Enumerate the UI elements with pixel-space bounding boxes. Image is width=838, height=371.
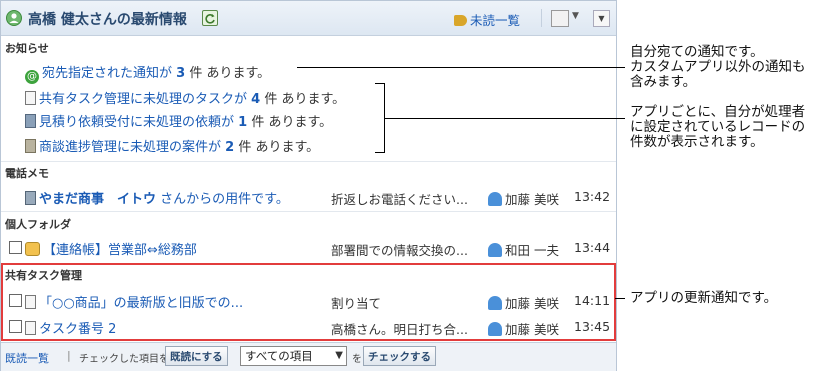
case-icon — [25, 139, 36, 153]
callout-line-text: に設定されているレコードの — [630, 119, 806, 135]
particle-label: を — [352, 354, 362, 365]
notice-link[interactable]: 宛先指定された通知が — [42, 66, 172, 81]
shared-task-title[interactable]: タスク番号 2 — [39, 322, 116, 337]
notice-suffix: 件 あります。 — [238, 140, 320, 155]
refresh-icon[interactable] — [202, 10, 218, 26]
header-divider — [541, 9, 542, 27]
item-scope-select[interactable]: すべての項目 ▼ — [240, 346, 347, 366]
shared-task-row[interactable]: 「○○商品」の最新版と旧版での... — [25, 292, 243, 311]
read-list-link[interactable]: 既読一覧 — [5, 350, 49, 366]
row-checkbox[interactable] — [9, 241, 22, 254]
phone-memo-row[interactable]: やまだ商事 イトウ さんからの用件です。 — [25, 188, 289, 207]
sender: 加藤 美咲 — [488, 293, 559, 312]
sender-name: 加藤 美咲 — [505, 322, 559, 337]
callout-line — [297, 67, 625, 68]
person-icon — [488, 243, 502, 257]
notice-suffix: 件 あります。 — [251, 115, 333, 130]
phone-memo-preview: 折返しお電話ください... — [331, 192, 468, 207]
person-icon — [488, 192, 502, 206]
panel-footer: 既読一覧 | チェックした項目を 既読にする すべての項目 ▼ を チェックする — [1, 342, 616, 371]
notice-row[interactable]: 見積り依頼受付に未処理の依頼が 1 件 あります。 — [25, 111, 332, 130]
shared-task-row[interactable]: タスク番号 2 — [25, 318, 116, 337]
task-icon — [25, 91, 36, 105]
sender-name: 加藤 美咲 — [505, 296, 559, 311]
phone-memo-caller[interactable]: やまだ商事 イトウ — [39, 192, 156, 207]
unread-list-label: 未読一覧 — [470, 13, 521, 28]
tag-icon — [454, 15, 467, 26]
footer-separator: | — [67, 349, 71, 362]
row-checkbox[interactable] — [9, 320, 22, 333]
notice-suffix: 件 あります。 — [189, 66, 271, 81]
view-selector-icon[interactable] — [551, 10, 569, 27]
sender-name: 和田 一夫 — [505, 243, 559, 258]
callout-line — [384, 118, 625, 119]
notice-suffix: 件 あります。 — [264, 92, 346, 107]
notice-row[interactable]: @ 宛先指定された通知が 3 件 あります。 — [25, 62, 270, 84]
callout-app-count: アプリごとに、自分が処理者 に設定されているレコードの 件数が表示されます。 — [630, 105, 805, 150]
section-shared-task: 共有タスク管理 — [5, 269, 82, 282]
section-personal-folder: 個人フォルダ — [5, 218, 71, 231]
callout-notification: 自分宛ての通知です。 カスタムアプリ以外の通知も 含みます。 — [630, 45, 806, 90]
callout-line-text: 件数が表示されます。 — [630, 134, 764, 150]
phone-memo-title[interactable]: さんからの用件です。 — [156, 192, 289, 207]
folder-item-preview: 部署間での情報交換の... — [331, 243, 468, 258]
notice-count: 3 — [176, 66, 186, 81]
callout-line-text: 含みます。 — [630, 74, 697, 90]
check-button[interactable]: チェックする — [363, 346, 436, 366]
callout-line-text: カスタムアプリ以外の通知も — [630, 59, 806, 75]
mark-read-button[interactable]: 既読にする — [165, 346, 228, 366]
notice-link[interactable]: 見積り依頼受付に未処理の依頼が — [39, 115, 234, 130]
notice-row[interactable]: 商談進捗管理に未処理の案件が 2 件 あります。 — [25, 136, 319, 155]
folder-row[interactable]: 【連絡帳】営業部⇔総務部 — [25, 239, 197, 258]
unread-list-link[interactable]: 未読一覧 — [454, 10, 520, 29]
section-phone-memo: 電話メモ — [5, 167, 49, 180]
at-icon: @ — [25, 70, 39, 84]
callout-line-text: アプリの更新通知です。 — [630, 290, 778, 306]
shared-task-title[interactable]: 「○○商品」の最新版と旧版での... — [39, 296, 243, 311]
task-icon — [25, 321, 36, 335]
chevron-down-icon: ▼ — [335, 350, 343, 361]
section-notice: お知らせ — [5, 42, 49, 55]
notice-row[interactable]: 共有タスク管理に未処理のタスクが 4 件 あります。 — [25, 88, 345, 107]
callout-app-update: アプリの更新通知です。 — [630, 291, 777, 306]
notice-link[interactable]: 商談進捗管理に未処理の案件が — [39, 140, 221, 155]
latest-info-panel: 高橋 健太さんの最新情報 未読一覧 ▼ ▼ お知らせ @ 宛先指定された通知が 3… — [0, 0, 617, 371]
page-title: 高橋 健太さんの最新情報 — [28, 12, 187, 28]
timestamp: 14:11 — [574, 293, 611, 308]
menu-button[interactable]: ▼ — [593, 10, 610, 27]
chevron-down-icon[interactable]: ▼ — [572, 11, 579, 21]
book-icon — [25, 114, 36, 128]
notice-link[interactable]: 共有タスク管理に未処理のタスクが — [39, 92, 247, 107]
notice-count: 4 — [251, 92, 261, 107]
task-icon — [25, 295, 36, 309]
sender-name: 加藤 美咲 — [505, 192, 559, 207]
callout-line-text: アプリごとに、自分が処理者 — [630, 104, 806, 120]
message-icon — [25, 242, 40, 256]
user-icon — [6, 10, 22, 26]
phone-memo-icon — [25, 191, 36, 205]
folder-item-title[interactable]: 【連絡帳】営業部⇔総務部 — [43, 243, 197, 258]
shared-task-preview: 割り当て — [331, 296, 382, 311]
notice-count: 2 — [225, 140, 235, 155]
select-value: すべての項目 — [245, 349, 313, 363]
sender: 和田 一夫 — [488, 240, 559, 259]
divider — [1, 161, 616, 162]
timestamp: 13:44 — [574, 240, 611, 255]
person-icon — [488, 322, 502, 336]
timestamp: 13:45 — [574, 319, 611, 334]
sender: 加藤 美咲 — [488, 189, 559, 208]
row-checkbox[interactable] — [9, 294, 22, 307]
callout-line — [615, 298, 625, 299]
checked-items-label: チェックした項目を — [79, 354, 169, 365]
timestamp: 13:42 — [574, 189, 611, 204]
callout-bracket — [375, 152, 385, 153]
callout-line-text: 自分宛ての通知です。 — [630, 44, 764, 60]
notice-count: 1 — [238, 115, 248, 130]
shared-task-preview: 高橋さん。明日打ち合... — [331, 322, 468, 337]
person-icon — [488, 296, 502, 310]
divider — [1, 211, 616, 212]
sender: 加藤 美咲 — [488, 319, 559, 338]
panel-header: 高橋 健太さんの最新情報 未読一覧 ▼ ▼ — [1, 1, 616, 36]
